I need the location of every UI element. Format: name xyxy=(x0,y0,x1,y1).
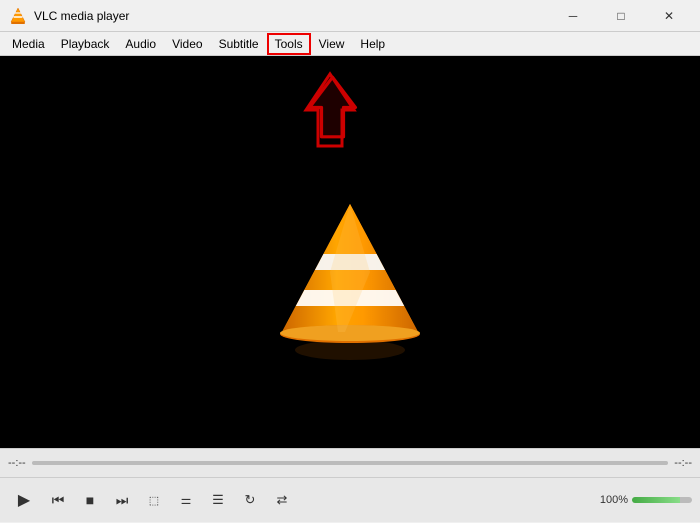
equalizer-button[interactable]: ⚌ xyxy=(172,486,200,514)
frame-by-frame-button[interactable]: ⬚ xyxy=(140,486,168,514)
menu-playback[interactable]: Playback xyxy=(53,33,118,55)
title-bar: VLC media player ─ □ ✕ xyxy=(0,0,700,32)
vlc-logo xyxy=(270,182,430,362)
volume-bar[interactable] xyxy=(632,497,692,503)
menu-tools[interactable]: Tools xyxy=(267,33,311,55)
loop-button[interactable]: ↻ xyxy=(236,486,264,514)
volume-section: 100% xyxy=(600,494,692,506)
close-button[interactable]: ✕ xyxy=(646,4,692,28)
menu-help[interactable]: Help xyxy=(352,33,393,55)
time-elapsed: --:-- xyxy=(8,457,26,469)
playlist-button[interactable]: ☰ xyxy=(204,486,232,514)
shuffle-button[interactable]: ⇄ xyxy=(268,486,296,514)
menu-video[interactable]: Video xyxy=(164,33,210,55)
playback-controls: ▶ ⏮ ■ ⏭ ⬚ ⚌ ☰ ↻ ⇄ 100% xyxy=(0,478,700,522)
seek-bar-row: --:-- --:-- xyxy=(0,448,700,478)
video-area xyxy=(0,56,700,448)
app-title: VLC media player xyxy=(34,9,550,23)
menu-audio[interactable]: Audio xyxy=(117,33,164,55)
prev-button[interactable]: ⏮ xyxy=(44,486,72,514)
stop-button[interactable]: ■ xyxy=(76,486,104,514)
play-button[interactable]: ▶ xyxy=(8,484,40,516)
time-total: --:-- xyxy=(674,457,692,469)
up-arrow-icon xyxy=(305,72,360,142)
app-icon xyxy=(8,6,28,26)
seek-bar[interactable] xyxy=(32,461,669,465)
window-controls: ─ □ ✕ xyxy=(550,4,692,28)
next-button[interactable]: ⏭ xyxy=(108,486,136,514)
minimize-button[interactable]: ─ xyxy=(550,4,596,28)
volume-label: 100% xyxy=(600,494,628,506)
menu-view[interactable]: View xyxy=(311,33,353,55)
menu-media[interactable]: Media xyxy=(4,33,53,55)
menu-subtitle[interactable]: Subtitle xyxy=(211,33,267,55)
maximize-button[interactable]: □ xyxy=(598,4,644,28)
menu-bar: Media Playback Audio Video Subtitle Tool… xyxy=(0,32,700,56)
